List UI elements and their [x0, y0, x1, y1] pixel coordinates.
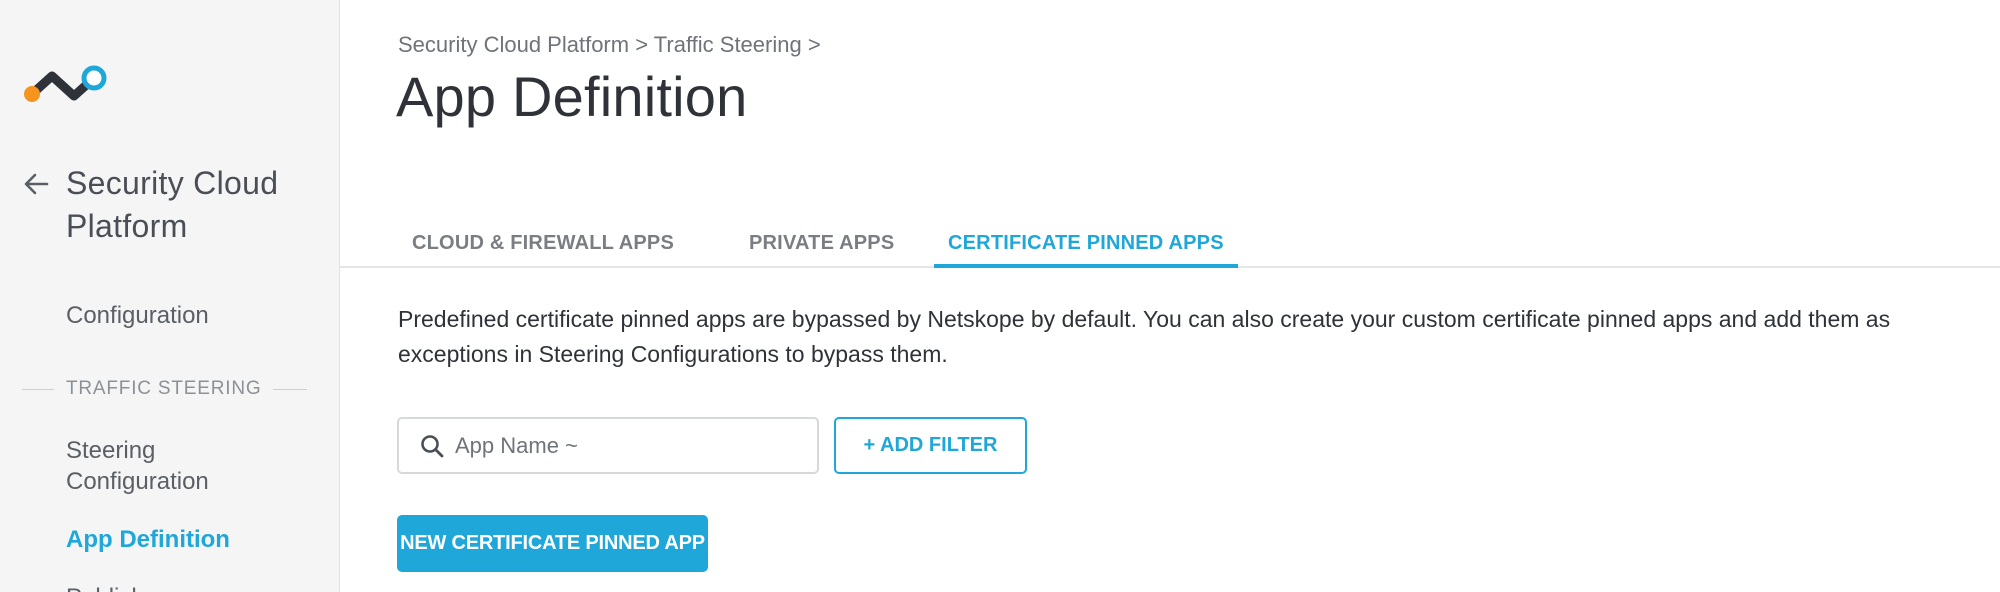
breadcrumb[interactable]: Security Cloud Platform > Traffic Steeri… [398, 32, 821, 58]
tab-cloud-firewall-apps[interactable]: CLOUD & FIREWALL APPS [398, 227, 688, 268]
page-title: App Definition [396, 65, 748, 128]
sidebar-section-traffic-steering: TRAFFIC STEERING [22, 378, 307, 400]
search-input[interactable] [455, 432, 795, 459]
add-filter-button[interactable]: + ADD FILTER [834, 417, 1027, 474]
new-certificate-pinned-app-button[interactable]: NEW CERTIFICATE PINNED APP [397, 515, 708, 572]
tab-bar: CLOUD & FIREWALL APPS PRIVATE APPS CERTI… [340, 225, 2000, 268]
back-to-platform[interactable]: Security Cloud Platform [22, 162, 326, 248]
sidebar-back-title[interactable]: Security Cloud Platform [66, 162, 326, 248]
section-divider-left [22, 388, 54, 390]
sidebar-item-publishers[interactable]: Publishers [66, 582, 178, 592]
netskope-logo[interactable] [22, 58, 112, 108]
section-divider-right [273, 388, 307, 390]
sidebar-section-label: TRAFFIC STEERING [66, 378, 262, 399]
back-arrow-icon[interactable] [22, 170, 50, 198]
tab-certificate-pinned-apps[interactable]: CERTIFICATE PINNED APPS [934, 227, 1238, 268]
sidebar-item-steering-configuration[interactable]: Steering Configuration [66, 435, 286, 497]
main-content: Security Cloud Platform > Traffic Steeri… [340, 0, 2000, 592]
app-name-search[interactable] [397, 417, 819, 474]
search-icon [421, 434, 444, 457]
sidebar: Security Cloud Platform Configuration TR… [0, 0, 340, 592]
tab-private-apps[interactable]: PRIVATE APPS [735, 227, 908, 268]
sidebar-item-configuration[interactable]: Configuration [66, 300, 209, 331]
page-description: Predefined certificate pinned apps are b… [398, 306, 1891, 367]
sidebar-item-app-definition[interactable]: App Definition [66, 524, 230, 555]
